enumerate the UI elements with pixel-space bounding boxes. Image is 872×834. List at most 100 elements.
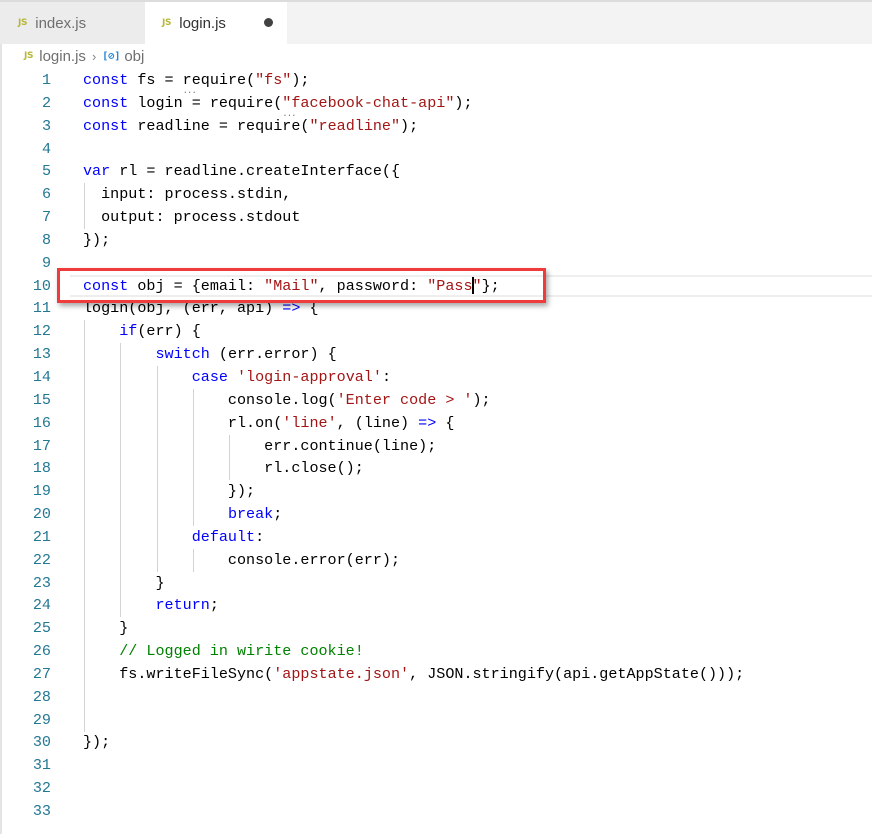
code-line[interactable]: 19 }); (0, 480, 872, 503)
code-line[interactable]: 29 (0, 709, 872, 732)
line-number: 4 (41, 139, 51, 158)
code-token: input: process.stdin, (83, 185, 292, 204)
code-token: rl = readline.createInterface({ (119, 162, 401, 181)
code-line[interactable]: 24 return; (0, 594, 872, 617)
code-line[interactable]: 11 login(obj, (err, api) => { (0, 297, 872, 320)
code-line[interactable]: 2 const login = require("facebook-chat-ap… (0, 92, 872, 115)
code-token: obj = {email: (137, 276, 265, 295)
code-text: }); (83, 731, 110, 754)
code-text: } (83, 572, 164, 595)
code-line[interactable]: 14 case 'login-approval': (0, 366, 872, 389)
code-editor[interactable]: 1 const fs = require("fs"); 2 const login =… (0, 69, 872, 823)
code-line[interactable]: 22 console.error(err); (0, 549, 872, 572)
keyword-token: break (227, 505, 274, 524)
line-number: 21 (32, 527, 51, 546)
line-number: 31 (32, 756, 51, 775)
code-text: console.log('Enter code > '); (83, 389, 491, 412)
string-token: facebook-chat-api" (291, 93, 455, 112)
line-number: 3 (41, 116, 51, 135)
code-token: login = require( (137, 93, 283, 112)
code-text: rl.on('line', (line) => { (83, 412, 455, 435)
line-number: 29 (32, 710, 51, 729)
code-line[interactable]: 16 rl.on('line', (line) => { (0, 412, 872, 435)
code-text: login(obj, (err, api) => { (83, 297, 319, 320)
line-number: 14 (32, 367, 51, 386)
keyword-token: const (83, 93, 138, 112)
javascript-file-icon: JS (162, 18, 172, 28)
code-line[interactable]: 3 const readline = require("readline"); (0, 115, 872, 138)
string-token: "fs" (255, 71, 292, 89)
code-line[interactable]: 7 output: process.stdout (0, 206, 872, 229)
code-token: } (83, 619, 129, 638)
unsaved-changes-dot-icon[interactable] (264, 18, 273, 27)
line-number: 24 (32, 596, 51, 615)
code-line[interactable]: 20 break; (0, 503, 872, 526)
code-line[interactable]: 10 const obj = {email: "Mail", password: … (0, 274, 872, 298)
code-text: const obj = {email: "Mail", password: "P… (83, 274, 500, 298)
code-line[interactable]: 28 (0, 686, 872, 709)
keyword-token: switch (155, 345, 210, 364)
code-line[interactable]: 8}); (0, 229, 872, 252)
code-token: err.continue(line); (83, 436, 437, 455)
code-line[interactable]: 17 err.continue(line); (0, 435, 872, 458)
breadcrumb-symbol[interactable]: obj (124, 48, 144, 65)
code-line[interactable]: 13 switch (err.error) { (0, 343, 872, 366)
code-token: console.error(err); (83, 550, 401, 569)
line-number: 30 (32, 733, 51, 752)
code-line[interactable]: 6 input: process.stdin, (0, 183, 872, 206)
code-line[interactable]: 5 var rl = readline.createInterface({ (0, 160, 872, 183)
code-line[interactable]: 30}); (0, 731, 872, 754)
line-number: 10 (32, 276, 51, 295)
code-text: }); (83, 229, 110, 252)
javascript-file-icon: JS (18, 18, 28, 28)
code-line[interactable]: 31 (0, 754, 872, 777)
code-line[interactable]: 23 } (0, 572, 872, 595)
code-line[interactable]: 21 default: (0, 526, 872, 549)
line-number: 15 (32, 390, 51, 409)
line-number: 6 (41, 185, 51, 204)
code-text: const login = require("facebook-chat-api… (83, 92, 473, 115)
code-token: (err) { (137, 322, 201, 341)
line-number: 12 (32, 322, 51, 341)
code-text: case 'login-approval': (83, 366, 391, 389)
code-line[interactable]: 1 const fs = require("fs"); (0, 69, 872, 92)
code-line[interactable]: 32 (0, 777, 872, 800)
code-token: , JSON.stringify(api.getAppState())); (409, 664, 745, 683)
code-token: }; (481, 276, 500, 295)
code-line[interactable]: 18 rl.close(); (0, 457, 872, 480)
code-text: // Logged in wirite cookie! (83, 640, 364, 663)
editor-tab-bar: JS index.js JS login.js (0, 2, 872, 44)
breadcrumb: JS login.js › [⊘] obj (0, 44, 872, 68)
string-token: 'line' (282, 413, 337, 432)
tab-index-js[interactable]: JS index.js (0, 2, 145, 44)
string-token: " (472, 276, 482, 295)
code-token: { (300, 299, 319, 318)
code-line[interactable]: 15 console.log('Enter code > '); (0, 389, 872, 412)
code-token: output: process.stdout (83, 208, 301, 227)
code-line[interactable]: 12 if(err) { (0, 320, 872, 343)
code-line[interactable]: 33 (0, 800, 872, 823)
code-line[interactable]: 27 fs.writeFileSync('appstate.json', JSO… (0, 663, 872, 686)
string-token: "Pass (427, 276, 473, 295)
code-token: rl.on( (83, 413, 283, 432)
line-number: 26 (32, 642, 51, 661)
line-number: 20 (32, 505, 51, 524)
tab-login-js[interactable]: JS login.js (145, 2, 287, 44)
code-token: }); (83, 482, 256, 501)
code-text: fs.writeFileSync('appstate.json', JSON.s… (83, 663, 744, 686)
line-number: 25 (32, 619, 51, 638)
code-line[interactable]: 26 // Logged in wirite cookie! (0, 640, 872, 663)
indent-guide (229, 434, 231, 481)
code-line[interactable]: 9 (0, 252, 872, 275)
indent-guide (120, 343, 122, 618)
code-line[interactable]: 4 (0, 138, 872, 161)
code-text: err.continue(line); (83, 435, 436, 458)
keyword-token: const (83, 276, 138, 295)
breadcrumb-file[interactable]: login.js (39, 48, 86, 65)
code-text: if(err) { (83, 320, 201, 343)
code-line[interactable]: 25 } (0, 617, 872, 640)
